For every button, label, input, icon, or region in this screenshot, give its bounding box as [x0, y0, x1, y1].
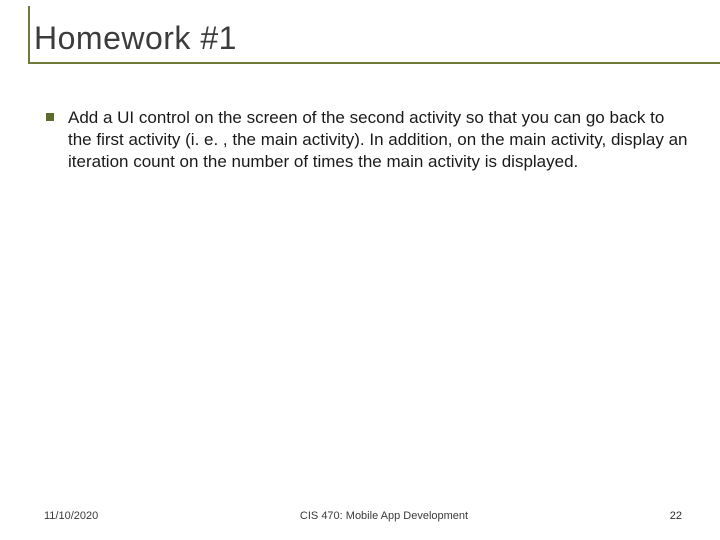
footer-date: 11/10/2020 [44, 510, 98, 522]
bullet-item: Add a UI control on the screen of the se… [46, 107, 692, 172]
bullet-text: Add a UI control on the screen of the se… [68, 107, 688, 172]
slide-container: Homework #1 Add a UI control on the scre… [0, 0, 720, 540]
title-block: Homework #1 [34, 20, 692, 65]
footer-page-number: 22 [670, 510, 682, 522]
slide-title: Homework #1 [34, 20, 692, 65]
square-bullet-icon [46, 113, 54, 121]
title-rule-vertical [28, 6, 30, 62]
footer-course-title: CIS 470: Mobile App Development [98, 510, 670, 522]
title-rule-horizontal [28, 62, 720, 64]
slide-body: Add a UI control on the screen of the se… [28, 107, 692, 172]
slide-footer: 11/10/2020 CIS 470: Mobile App Developme… [0, 510, 720, 522]
